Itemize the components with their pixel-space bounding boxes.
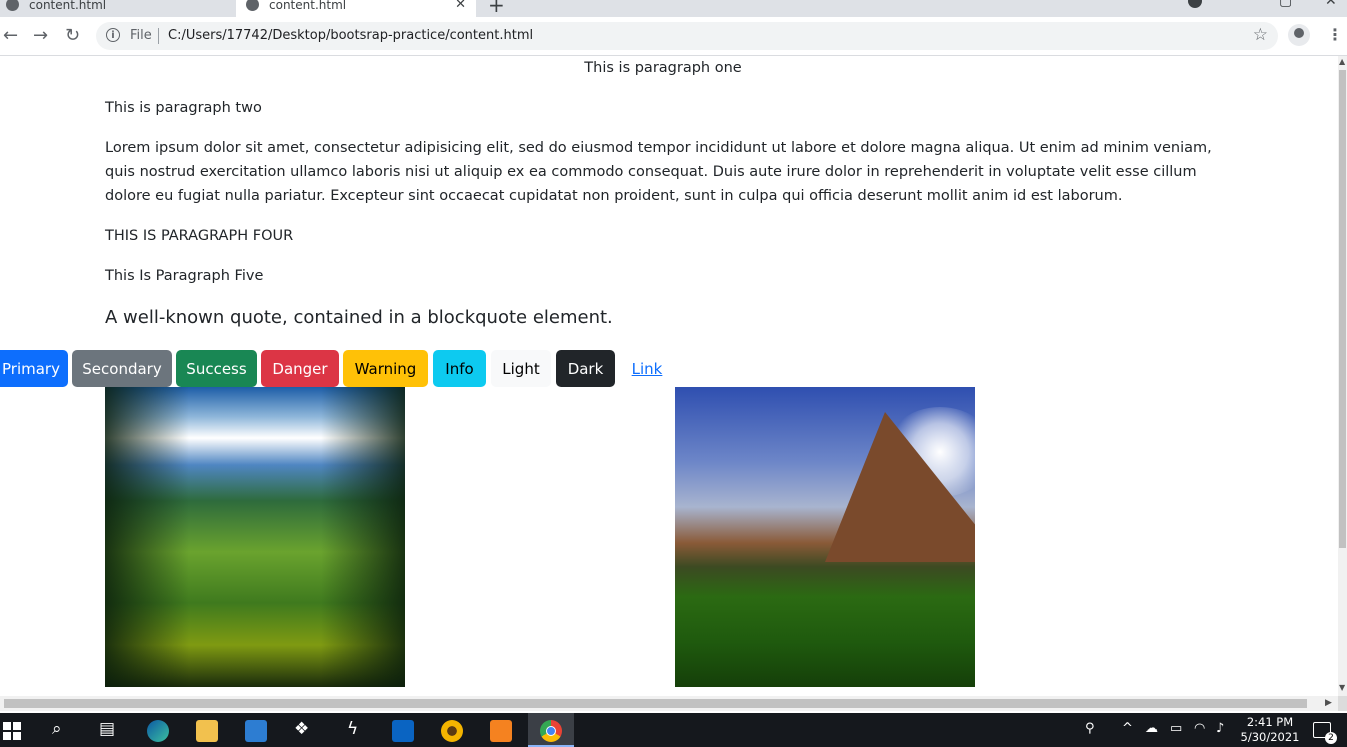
search-icon[interactable]: ⌕ <box>52 719 62 739</box>
mountain-meadow-image <box>675 387 975 687</box>
menu-kebab-icon[interactable]: ⋮ <box>1327 25 1343 44</box>
address-divider <box>158 28 159 44</box>
tab-title: content.html <box>29 0 107 12</box>
info-button[interactable]: Info <box>433 350 486 387</box>
dark-button[interactable]: Dark <box>556 350 615 387</box>
forward-arrow-icon[interactable]: → <box>33 25 48 46</box>
app-bolt-icon[interactable]: ϟ <box>347 719 358 739</box>
notification-count: 2 <box>1325 732 1337 744</box>
system-clock[interactable]: 2:41 PM 5/30/2021 <box>1239 715 1301 745</box>
address-scheme-label: File <box>130 28 152 43</box>
paragraph-four: THIS IS PARAGRAPH FOUR <box>105 228 294 244</box>
sunflower-app-icon[interactable] <box>441 720 463 742</box>
paragraph-five: This Is Paragraph Five <box>105 268 264 284</box>
clock-time: 2:41 PM <box>1246 715 1294 729</box>
address-bar[interactable]: i File C:/Users/17742/Desktop/bootsrap-p… <box>96 22 1278 50</box>
tab-inactive[interactable]: content.html <box>6 0 232 17</box>
battery-icon[interactable]: ▭ <box>1170 721 1182 736</box>
mail-icon[interactable] <box>392 720 414 742</box>
link-button[interactable]: Link <box>621 350 673 387</box>
new-tab-button[interactable]: + <box>488 0 505 17</box>
windows-taskbar: ⌕ ▤ ❖ ϟ ⚲ ^ ☁ ▭ ◠ ♪ 2:41 PM 5/30/2021 2 <box>0 713 1347 747</box>
bookmark-star-icon[interactable]: ☆ <box>1253 25 1268 45</box>
scroll-down-icon[interactable]: ▼ <box>1339 683 1345 692</box>
scroll-right-icon[interactable]: ▶ <box>1325 698 1332 708</box>
horizontal-scrollbar[interactable]: ▶ <box>0 696 1338 711</box>
secondary-button[interactable]: Secondary <box>72 350 172 387</box>
success-button[interactable]: Success <box>176 350 257 387</box>
browser-toolbar: ← → ↻ i File C:/Users/17742/Desktop/boot… <box>0 17 1347 56</box>
mountain-valley-image <box>105 387 405 687</box>
tab-active[interactable]: content.html ✕ <box>236 0 476 17</box>
lorem-paragraph: Lorem ipsum dolor sit amet, consectetur … <box>105 140 1212 204</box>
warning-button[interactable]: Warning <box>343 350 428 387</box>
danger-button[interactable]: Danger <box>261 350 339 387</box>
chevron-up-icon[interactable]: ^ <box>1122 721 1133 736</box>
task-view-icon[interactable]: ▤ <box>99 719 115 739</box>
page-viewport: This is paragraph one This is paragraph … <box>0 56 1338 696</box>
close-tab-icon[interactable]: ✕ <box>455 0 466 12</box>
sublime-text-icon[interactable] <box>490 720 512 742</box>
edge-icon[interactable] <box>147 720 169 742</box>
light-button[interactable]: Light <box>491 350 551 387</box>
wifi-icon[interactable]: ◠ <box>1194 721 1205 736</box>
dropbox-icon[interactable]: ❖ <box>294 719 309 739</box>
chrome-icon[interactable] <box>540 720 562 742</box>
paragraph-two: This is paragraph two <box>105 100 262 116</box>
globe-icon <box>246 0 259 11</box>
primary-button[interactable]: Primary <box>0 350 68 387</box>
onedrive-icon[interactable]: ☁ <box>1145 721 1158 736</box>
shield-icon[interactable] <box>1188 0 1202 8</box>
vertical-scrollbar[interactable]: ▲ ▼ <box>1338 56 1347 696</box>
blockquote: A well-known quote, contained in a block… <box>105 307 613 328</box>
people-icon[interactable]: ⚲ <box>1085 721 1095 736</box>
profile-avatar-icon[interactable] <box>1288 24 1310 46</box>
globe-icon <box>6 0 19 11</box>
store-icon[interactable] <box>245 720 267 742</box>
tab-strip: content.html content.html ✕ + ▢ ✕ <box>0 0 1347 17</box>
file-explorer-icon[interactable] <box>196 720 218 742</box>
volume-icon[interactable]: ♪ <box>1216 721 1224 736</box>
close-window-icon[interactable]: ✕ <box>1325 0 1337 9</box>
maximize-icon[interactable]: ▢ <box>1279 0 1292 9</box>
vertical-scroll-thumb[interactable] <box>1339 70 1346 548</box>
notification-icon[interactable]: 2 <box>1313 722 1337 744</box>
paragraph-one: This is paragraph one <box>584 60 742 76</box>
tab-title: content.html <box>269 0 347 12</box>
clock-date: 5/30/2021 <box>1240 730 1300 744</box>
reload-icon[interactable]: ↻ <box>65 25 80 46</box>
windows-start-icon[interactable] <box>3 722 21 740</box>
scrollbar-corner <box>1338 696 1347 711</box>
info-icon[interactable]: i <box>106 28 120 42</box>
horizontal-scroll-thumb[interactable] <box>4 699 1307 708</box>
back-arrow-icon[interactable]: ← <box>3 25 18 46</box>
address-url[interactable]: C:/Users/17742/Desktop/bootsrap-practice… <box>168 28 533 43</box>
scroll-up-icon[interactable]: ▲ <box>1339 57 1345 66</box>
